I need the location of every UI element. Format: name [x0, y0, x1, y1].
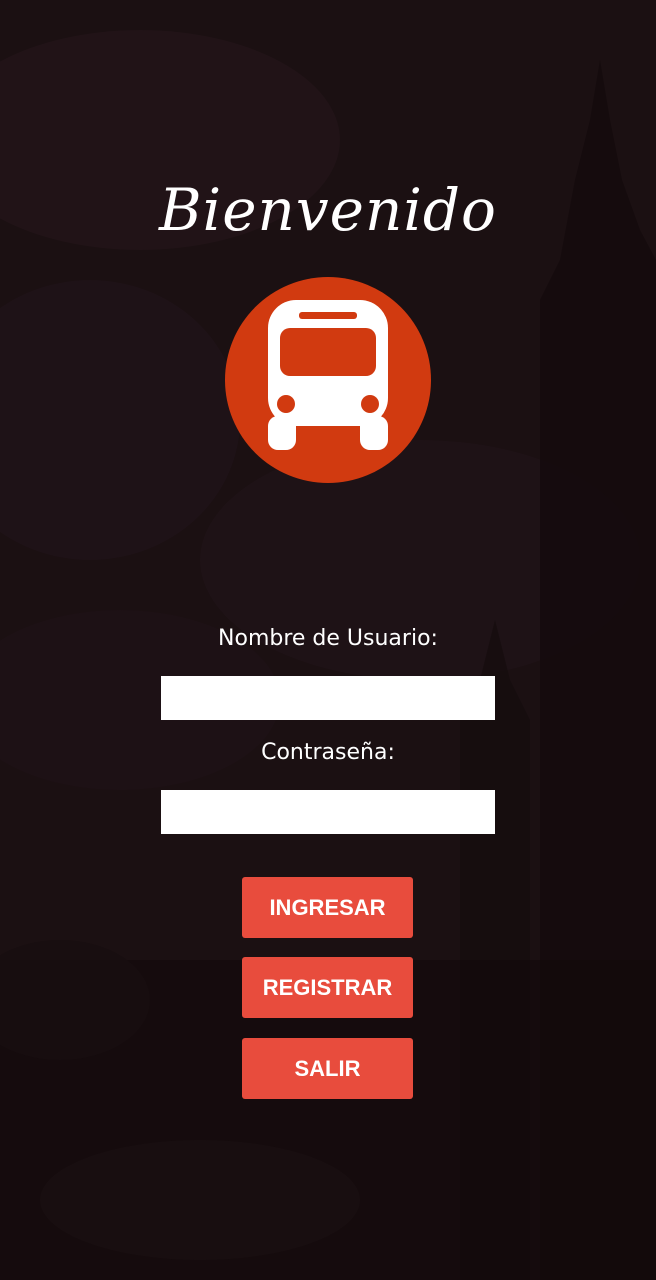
- login-button[interactable]: INGRESAR: [242, 877, 413, 938]
- bus-icon: [225, 277, 431, 483]
- password-label: Contraseña:: [261, 740, 395, 765]
- welcome-title: Bienvenido: [159, 176, 497, 244]
- register-button[interactable]: REGISTRAR: [242, 957, 413, 1018]
- username-label: Nombre de Usuario:: [218, 626, 438, 651]
- exit-button[interactable]: SALIR: [242, 1038, 413, 1099]
- password-input[interactable]: [161, 790, 495, 834]
- username-input[interactable]: [161, 676, 495, 720]
